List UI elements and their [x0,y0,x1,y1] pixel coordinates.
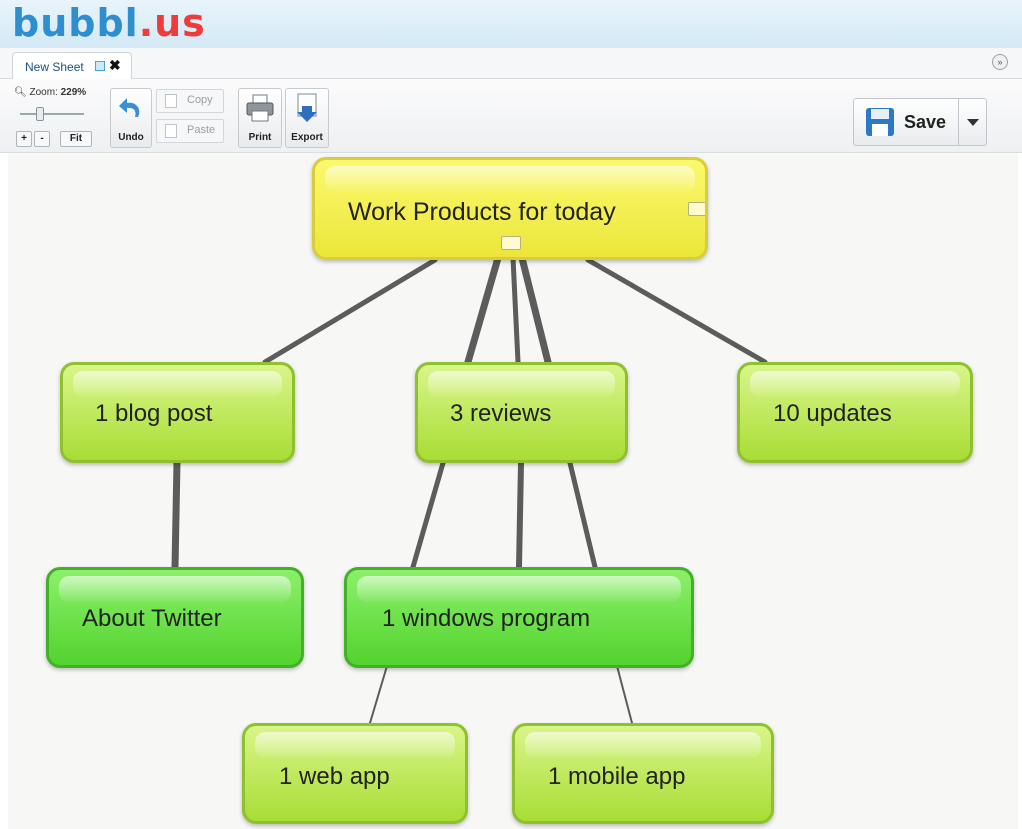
connector-reviews-windows-c [567,460,598,570]
connector-windows-mobile [616,665,633,724]
node-reviews[interactable]: 3 reviews [415,362,628,463]
connector-root-updates [585,257,768,365]
node-root[interactable]: Work Products for today [312,157,708,260]
node-web-app[interactable]: 1 web app [242,723,468,824]
node-label: 1 mobile app [548,763,686,790]
connector-root-reviews-c [518,254,552,366]
node-updates[interactable]: 10 updates [737,362,973,463]
node-label: About Twitter [82,605,222,632]
connector-windows-webapp [369,665,388,724]
node-windows-program[interactable]: 1 windows program [344,567,694,668]
connector-root-reviews-b [510,255,521,365]
node-root-label: Work Products for today [348,198,616,226]
node-about-twitter[interactable]: About Twitter [46,567,304,668]
node-label: 1 windows program [382,605,591,632]
node-label: 3 reviews [450,400,552,427]
connector-blog-twitter [171,458,181,571]
node-label: 10 updates [773,400,892,427]
connector-root-reviews-a [464,254,502,366]
attachment-icon[interactable] [501,236,521,250]
connector-root-blog [262,257,438,365]
node-blog-post[interactable]: 1 blog post [60,362,295,463]
node-label: 1 web app [279,763,390,790]
node-label: 1 blog post [95,400,213,427]
note-icon[interactable] [688,202,705,216]
connector-reviews-windows-b [516,460,524,570]
connector-reviews-windows-a [410,460,446,570]
node-mobile-app[interactable]: 1 mobile app [512,723,774,824]
